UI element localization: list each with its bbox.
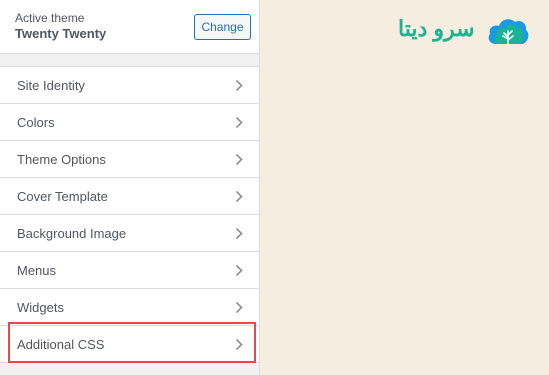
menu-item-widgets[interactable]: Widgets	[0, 289, 259, 326]
menu-item-label: Widgets	[17, 300, 64, 315]
chevron-right-icon	[235, 190, 243, 203]
active-theme-name: Twenty Twenty	[15, 26, 107, 41]
menu-item-site-identity[interactable]: Site Identity	[0, 67, 259, 104]
menu-item-cover-template[interactable]: Cover Template	[0, 178, 259, 215]
chevron-right-icon	[235, 338, 243, 351]
menu-item-label: Additional CSS	[17, 337, 105, 352]
customizer-menu: Site Identity Colors Theme Options Cover…	[0, 66, 259, 363]
menu-item-label: Colors	[17, 115, 55, 130]
menu-item-menus[interactable]: Menus	[0, 252, 259, 289]
menu-item-colors[interactable]: Colors	[0, 104, 259, 141]
menu-item-label: Background Image	[17, 226, 127, 241]
menu-item-additional-css[interactable]: Additional CSS	[0, 326, 259, 363]
menu-item-label: Site Identity	[17, 78, 85, 93]
menu-item-label: Menus	[17, 263, 57, 278]
active-theme-label: Active theme	[15, 11, 85, 25]
chevron-right-icon	[235, 116, 243, 129]
menu-item-label: Theme Options	[17, 152, 106, 167]
chevron-right-icon	[235, 301, 243, 314]
change-theme-button[interactable]: Change	[194, 14, 251, 40]
cloud-tree-logo-icon	[488, 19, 529, 45]
brand-logo-text: سرو دیتا	[398, 16, 475, 41]
chevron-right-icon	[235, 79, 243, 92]
menu-item-label: Cover Template	[17, 189, 108, 204]
customizer-sidebar: Active theme Twenty Twenty Change Site I…	[0, 0, 260, 375]
active-theme-panel: Active theme Twenty Twenty Change	[0, 0, 259, 54]
chevron-right-icon	[235, 264, 243, 277]
menu-item-theme-options[interactable]: Theme Options	[0, 141, 259, 178]
brand-logo: سرو دیتا	[398, 14, 532, 48]
chevron-right-icon	[235, 227, 243, 240]
chevron-right-icon	[235, 153, 243, 166]
menu-item-background-image[interactable]: Background Image	[0, 215, 259, 252]
